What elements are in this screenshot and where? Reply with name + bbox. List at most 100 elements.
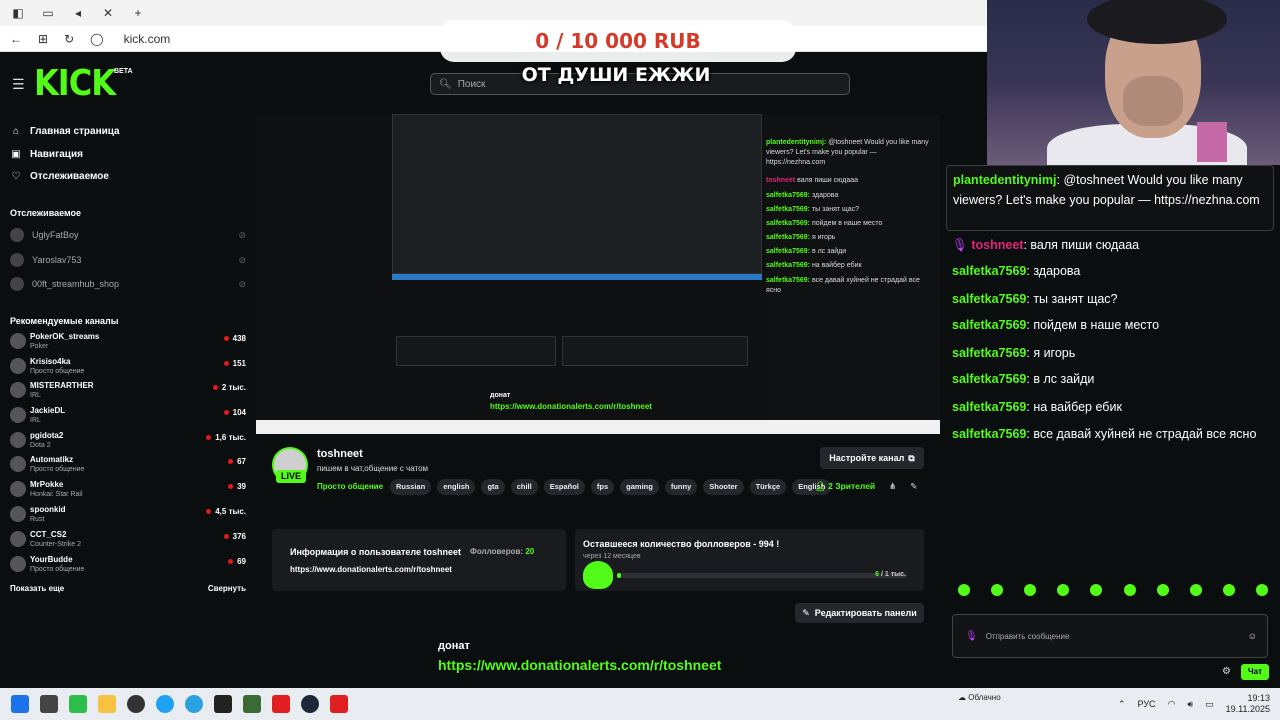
recommended-channel[interactable]: JackieDL IRL 104 <box>10 405 246 429</box>
edit-panels-button[interactable]: ✎ Редактировать панели <box>795 603 924 623</box>
chat-nick[interactable]: plantedentitynimj <box>953 173 1056 187</box>
edit-stream-icon[interactable]: ✎ <box>910 481 917 492</box>
show-more-link[interactable]: Показать еще <box>10 584 64 593</box>
recommended-channel[interactable]: YourBudde Просто общение 69 <box>10 554 246 578</box>
tag[interactable]: funny <box>664 479 698 495</box>
chat-settings-icon[interactable]: ⚙ <box>1222 666 1231 677</box>
emote-icon[interactable] <box>1189 584 1202 596</box>
steam-icon[interactable] <box>301 695 319 713</box>
lang-indicator[interactable]: РУС <box>1138 699 1156 709</box>
chat-nick[interactable]: salfetka7569 <box>952 264 1026 278</box>
tag[interactable]: gta <box>481 479 505 495</box>
sidebar-toggle-icon[interactable]: ◧ <box>10 6 26 20</box>
sidebar-footer: Показать еще Свернуть <box>10 584 246 593</box>
channel-name: pgidota2 <box>30 431 64 440</box>
chat-nick[interactable]: salfetka7569 <box>952 400 1026 414</box>
emote-icon[interactable] <box>1255 584 1268 596</box>
tag[interactable]: chill <box>510 479 538 495</box>
nav-home[interactable]: ⌂ Главная страница <box>10 126 120 137</box>
emoji-icon[interactable]: ☺ <box>1248 631 1257 641</box>
emote-icon[interactable] <box>958 584 970 596</box>
followed-channel[interactable]: UglyFatBoy ⊘ <box>10 228 246 242</box>
recommended-channel[interactable]: MISTERARTHER IRL 2 тыс. <box>10 380 246 404</box>
share-icon[interactable]: ⋔ <box>889 481 896 492</box>
epic-icon[interactable] <box>214 695 232 713</box>
recommended-channel[interactable]: Automatikz Просто общение 67 <box>10 454 246 478</box>
task-view-icon[interactable] <box>40 695 58 713</box>
chat-message: salfetka7569: все давай хуйней не страда… <box>952 427 1257 441</box>
media-icon[interactable]: ◂ <box>70 6 86 20</box>
volume-icon[interactable]: 🔊︎ <box>1187 699 1193 710</box>
collapse-link[interactable]: Свернуть <box>208 584 246 593</box>
app-icon[interactable] <box>243 695 261 713</box>
emote-icon[interactable] <box>1222 584 1235 596</box>
donat-link[interactable]: https://www.donationalerts.com/r/toshnee… <box>438 657 721 673</box>
url-field[interactable]: kick.com <box>124 32 171 46</box>
emote-icon[interactable] <box>1123 584 1136 596</box>
reload-icon[interactable]: ↻ <box>64 32 74 46</box>
tag[interactable]: gaming <box>620 479 659 495</box>
left-sidebar: ⌂ Главная страница ▣ Навигация ♡ Отслежи… <box>0 114 256 688</box>
clock[interactable]: 19:13 19.11.2025 <box>1226 693 1270 715</box>
tag[interactable]: Español <box>543 479 585 495</box>
wifi-icon[interactable]: ◠ <box>1168 699 1176 710</box>
user-info-panel: Информация о пользователе toshneet Фолло… <box>272 529 566 591</box>
nav-following[interactable]: ♡ Отслеживаемое <box>10 171 109 182</box>
chat-nick[interactable]: salfetka7569 <box>952 427 1026 441</box>
followed-channel[interactable]: 00ft_streamhub_shop ⊘ <box>10 277 246 291</box>
tag[interactable]: Shooter <box>703 479 744 495</box>
telegram-icon[interactable] <box>185 695 203 713</box>
recommended-channel[interactable]: CCT_CS2 Counter-Strike 2 376 <box>10 529 246 553</box>
chevron-up-icon[interactable]: ⌃ <box>1118 699 1126 710</box>
emote-icon[interactable] <box>1090 584 1103 596</box>
yandex-icon[interactable] <box>272 695 290 713</box>
avatar <box>10 506 26 522</box>
windows-start-icon[interactable] <box>11 695 29 713</box>
nested-panel <box>562 336 748 366</box>
emote-icon[interactable] <box>991 584 1004 596</box>
chat-nick[interactable]: salfetka7569 <box>952 292 1026 306</box>
emote-icon[interactable] <box>1024 584 1037 596</box>
chat-input-placeholder: Отправить сообщение <box>985 631 1070 641</box>
recommended-channel[interactable]: PokerOK_streams Poker 438 <box>10 331 246 355</box>
tag[interactable]: Russian <box>390 479 432 495</box>
obs-icon[interactable] <box>127 695 145 713</box>
recommended-channel[interactable]: MrPokke Honkai: Star Rail 39 <box>10 479 246 503</box>
edge-icon[interactable] <box>156 695 174 713</box>
kick-logo[interactable]: KICK <box>34 62 116 104</box>
recommended-channel[interactable]: Krisiso4ka Просто общение 151 <box>10 356 246 380</box>
donation-link[interactable]: https://www.donationalerts.com/r/toshnee… <box>290 565 452 574</box>
battery-icon[interactable]: ▭ <box>1205 699 1214 710</box>
emote-icon[interactable] <box>1057 584 1070 596</box>
recommended-channel[interactable]: pgidota2 Dota 2 1,6 тыс. <box>10 430 246 454</box>
chat-nick[interactable]: salfetka7569 <box>952 318 1026 332</box>
site-info-icon[interactable]: ◯ <box>90 32 103 46</box>
chat-input[interactable]: 🎙︎ Отправить сообщение ☺ <box>952 614 1268 658</box>
stream-category[interactable]: Просто общение <box>317 482 383 491</box>
chat-nick[interactable]: salfetka7569 <box>952 346 1026 360</box>
followed-channel[interactable]: Yaroslav753 ⊘ <box>10 253 246 267</box>
tag[interactable]: english <box>437 479 476 495</box>
emote-icon[interactable] <box>1156 584 1169 596</box>
chat-nick[interactable]: toshneet <box>971 238 1023 252</box>
chat-nick[interactable]: salfetka7569 <box>952 372 1026 386</box>
menu-icon[interactable]: ☰ <box>12 76 25 93</box>
reader-icon[interactable]: ⊞ <box>38 32 48 46</box>
nav-browse[interactable]: ▣ Навигация <box>10 149 83 160</box>
nav-home-label: Главная страница <box>30 126 120 137</box>
setup-channel-button[interactable]: Настройте канал ⧉ <box>820 447 924 469</box>
video-player[interactable]: донат https://www.donationalerts.com/r/t… <box>256 114 940 420</box>
app-icon[interactable] <box>69 695 87 713</box>
chat-send-button[interactable]: Чат <box>1241 664 1269 680</box>
recommended-channel[interactable]: spoonkid Rust 4,5 тыс. <box>10 504 246 528</box>
weather-widget[interactable]: ☁ Облачно <box>958 692 1001 703</box>
tag[interactable]: Türkçe <box>749 479 787 495</box>
back-icon[interactable]: ← <box>10 32 22 46</box>
tag[interactable]: fps <box>590 479 615 495</box>
yandex-browser-icon[interactable] <box>330 695 348 713</box>
file-explorer-icon[interactable] <box>98 695 116 713</box>
new-tab-icon[interactable]: + <box>130 6 146 20</box>
channel-name[interactable]: toshneet <box>317 448 363 460</box>
tab-menu-icon[interactable]: ▭ <box>40 6 56 20</box>
close-tab-icon[interactable]: ✕ <box>100 6 116 20</box>
